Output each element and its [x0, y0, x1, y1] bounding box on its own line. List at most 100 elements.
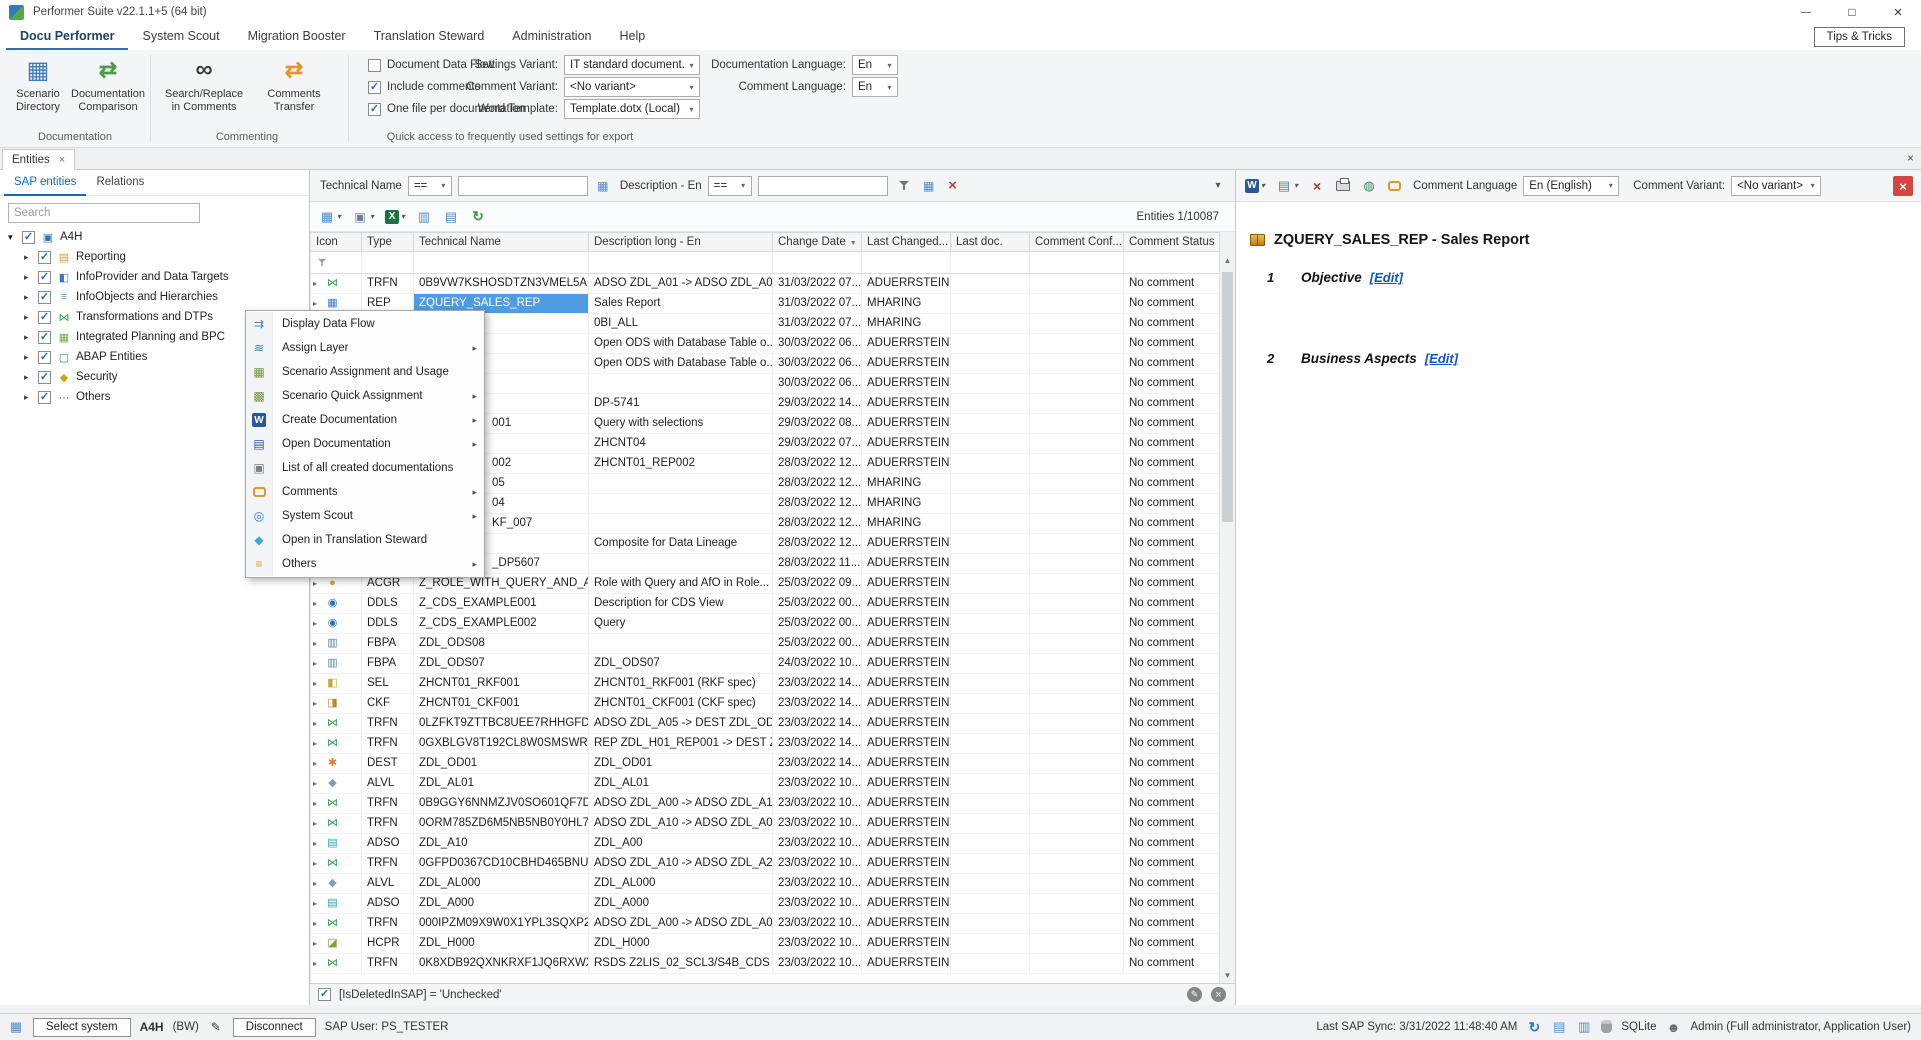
column-header-comment-status[interactable]: Comment Status: [1124, 232, 1220, 252]
checkbox-box-icon[interactable]: [38, 391, 51, 404]
row-expander-icon[interactable]: [313, 954, 325, 973]
row-expander-icon[interactable]: [313, 734, 325, 753]
comments-transfer-button[interactable]: Comments Transfer: [256, 54, 332, 113]
table-row[interactable]: ▤ADSOZDL_A10ZDL_A0023/03/2022 10...ADUER…: [311, 834, 1219, 854]
column-header-last-changed[interactable]: Last Changed...: [862, 232, 951, 252]
filter-settings-icon[interactable]: [594, 177, 612, 195]
delete-comment-button[interactable]: [1307, 175, 1327, 197]
table-row[interactable]: ◆ALVLZDL_AL000ZDL_AL00023/03/2022 10...A…: [311, 874, 1219, 894]
column-header-last-doc[interactable]: Last doc.: [951, 232, 1030, 252]
checkbox-box-icon[interactable]: [38, 371, 51, 384]
menu-item-scenario-assignment-and-usage[interactable]: ▦Scenario Assignment and Usage: [246, 360, 484, 384]
log-icon[interactable]: [1551, 1019, 1567, 1035]
documentation-comparison-button[interactable]: Documentation Comparison: [70, 54, 146, 113]
row-expander-icon[interactable]: [313, 894, 325, 913]
table-row[interactable]: ⋈TRFN0ORM785ZD6M5NB5NB0Y0HL7FADSO ZDL_A1…: [311, 814, 1219, 834]
autofilter-cell[interactable]: [311, 252, 362, 274]
row-expander-icon[interactable]: [313, 714, 325, 733]
refresh-translation-button[interactable]: [1359, 175, 1379, 197]
expander-icon[interactable]: [24, 272, 38, 283]
row-expander-icon[interactable]: [313, 814, 325, 833]
row-expander-icon[interactable]: [313, 694, 325, 713]
row-expander-icon[interactable]: [313, 774, 325, 793]
menu-item-comments[interactable]: Comments: [246, 480, 484, 504]
autofilter-cell[interactable]: [362, 252, 414, 274]
autofilter-cell[interactable]: [951, 252, 1030, 274]
table-row[interactable]: ✱DESTZDL_OD01ZDL_OD0123/03/2022 14...ADU…: [311, 754, 1219, 774]
table-row[interactable]: ◉DDLSZ_CDS_EXAMPLE002Query25/03/2022 00.…: [311, 614, 1219, 634]
row-expander-icon[interactable]: [313, 854, 325, 873]
select-comment-language[interactable]: En: [852, 77, 898, 97]
filter-funnel-icon[interactable]: [896, 177, 914, 195]
row-expander-icon[interactable]: [313, 754, 325, 773]
table-row[interactable]: ⋈TRFN000IPZM09X9W0X1YPL3SQXP2FADSO ZDL_A…: [311, 914, 1219, 934]
technical-name-filter-input[interactable]: [458, 176, 588, 196]
comment-language-select[interactable]: En (English): [1523, 176, 1619, 196]
expander-icon[interactable]: [8, 232, 22, 243]
select-documentation-language[interactable]: En: [852, 55, 898, 75]
ribbon-tab-migration-booster[interactable]: Migration Booster: [234, 24, 360, 50]
maximize-button[interactable]: [1829, 0, 1875, 24]
select-settings-variant[interactable]: IT standard document...: [564, 55, 700, 75]
row-expander-icon[interactable]: [313, 834, 325, 853]
description-filter-input[interactable]: [758, 176, 888, 196]
table-row[interactable]: ⋈TRFN0B9GGY6NNMZJV0SO601QF7D6ADSO ZDL_A0…: [311, 794, 1219, 814]
table-row[interactable]: ◧SELZHCNT01_RKF001ZHCNT01_RKF001 (RKF sp…: [311, 674, 1219, 694]
tips-tricks-button[interactable]: Tips & Tricks: [1814, 27, 1905, 47]
row-expander-icon[interactable]: [313, 274, 325, 293]
scroll-up-icon[interactable]: [1220, 252, 1235, 268]
table-row[interactable]: ▥FBPAZDL_ODS0825/03/2022 00...ADUERRSTEI…: [311, 634, 1219, 654]
section-edit-link[interactable]: [Edit]: [1425, 351, 1458, 366]
select-comment-variant[interactable]: <No variant>: [564, 77, 700, 97]
close-filter-icon[interactable]: [1211, 987, 1226, 1002]
table-row[interactable]: ⋈TRFN0LZFKT9ZTTBC8UEE7RHHGFDGFADSO ZDL_A…: [311, 714, 1219, 734]
expander-icon[interactable]: [24, 352, 38, 363]
menu-item-others[interactable]: ≡Others: [246, 552, 484, 576]
expander-icon[interactable]: [24, 292, 38, 303]
layout-status-icon[interactable]: [1576, 1019, 1592, 1035]
scrollbar-thumb[interactable]: [1222, 272, 1233, 522]
section-edit-link[interactable]: [Edit]: [1370, 270, 1403, 285]
table-row[interactable]: ▥FBPAZDL_ODS07ZDL_ODS0724/03/2022 10...A…: [311, 654, 1219, 674]
grid-scrollbar[interactable]: [1219, 252, 1235, 983]
checkbox-box-icon[interactable]: [38, 331, 51, 344]
ribbon-tab-docu-performer[interactable]: Docu Performer: [6, 24, 128, 50]
table-row[interactable]: ◨CKFZHCNT01_CKF001ZHCNT01_CKF001 (CKF sp…: [311, 694, 1219, 714]
menu-item-create-documentation[interactable]: WCreate Documentation: [246, 408, 484, 432]
menu-item-display-data-flow[interactable]: ⇉Display Data Flow: [246, 312, 484, 336]
tab-sap-entities[interactable]: SAP entities: [4, 170, 86, 196]
menu-item-system-scout[interactable]: ◎System Scout: [246, 504, 484, 528]
menu-item-open-documentation[interactable]: ▤Open Documentation: [246, 432, 484, 456]
disconnect-button[interactable]: Disconnect: [233, 1018, 316, 1037]
expander-icon[interactable]: [24, 392, 38, 403]
scenario-directory-button[interactable]: Scenario Directory: [6, 54, 70, 113]
search-input[interactable]: [8, 203, 200, 223]
autofilter-cell[interactable]: [1030, 252, 1124, 274]
row-expander-icon[interactable]: [313, 654, 325, 673]
tab-relations[interactable]: Relations: [86, 170, 154, 196]
row-expander-icon[interactable]: [313, 634, 325, 653]
close-preview-icon[interactable]: [1893, 176, 1913, 196]
tree-item-reporting[interactable]: ▤Reporting: [0, 247, 309, 267]
ribbon-tab-system-scout[interactable]: System Scout: [128, 24, 233, 50]
search-replace-comments-button[interactable]: Search/Replace in Comments: [158, 54, 250, 113]
table-row[interactable]: ◉DDLSZ_CDS_EXAMPLE001Description for CDS…: [311, 594, 1219, 614]
comment-button[interactable]: [1386, 175, 1403, 197]
expander-icon[interactable]: [24, 372, 38, 383]
checkbox-box-icon[interactable]: [22, 231, 35, 244]
row-expander-icon[interactable]: [313, 614, 325, 633]
table-row[interactable]: ⋈TRFN0GXBLGV8T192CL8W0SMSWRGFREP ZDL_H01…: [311, 734, 1219, 754]
row-expander-icon[interactable]: [313, 914, 325, 933]
export-excel-button[interactable]: [383, 206, 407, 228]
comment-variant-select[interactable]: <No variant>: [1731, 176, 1821, 196]
ribbon-tab-administration[interactable]: Administration: [498, 24, 605, 50]
tree-item-infoprovider-and-data-targets[interactable]: ◧InfoProvider and Data Targets: [0, 267, 309, 287]
ribbon-tab-help[interactable]: Help: [605, 24, 659, 50]
refresh-button[interactable]: [468, 206, 488, 228]
menu-item-open-in-translation-steward[interactable]: ◆Open in Translation Steward: [246, 528, 484, 552]
grid-view-button[interactable]: [317, 206, 343, 228]
filter-expression[interactable]: [IsDeletedInSAP] = 'Unchecked': [339, 989, 502, 1001]
checkbox-box-icon[interactable]: [38, 311, 51, 324]
expander-icon[interactable]: [24, 332, 38, 343]
row-expander-icon[interactable]: [313, 874, 325, 893]
